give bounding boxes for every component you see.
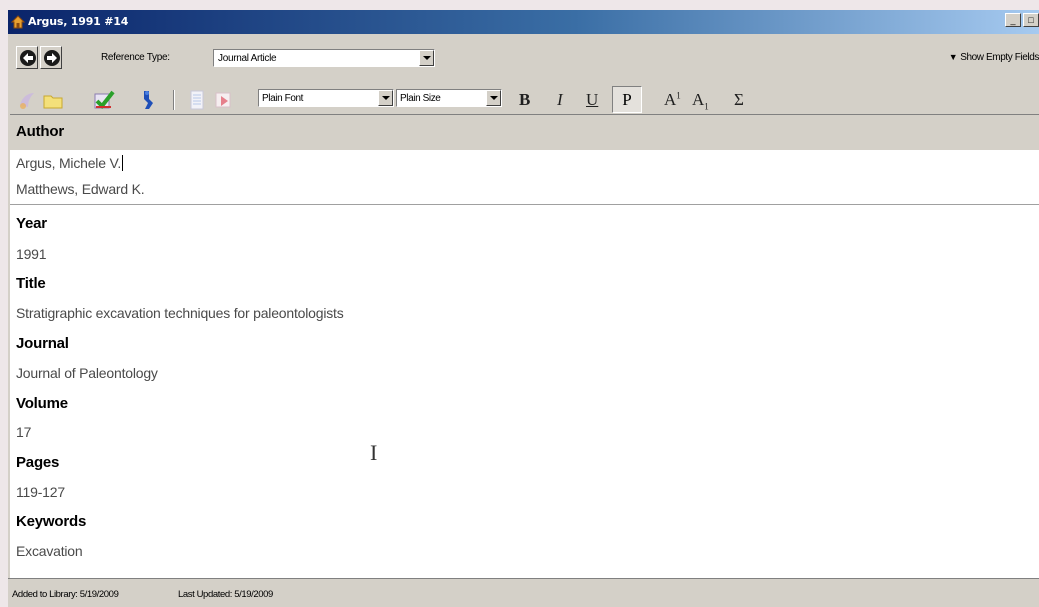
reference-type-select[interactable]: Journal Article bbox=[213, 49, 435, 67]
endnote-app-icon bbox=[11, 15, 25, 29]
subscript-mark: 1 bbox=[704, 101, 709, 112]
bold-button[interactable]: B bbox=[519, 90, 530, 110]
reference-type-bar: Reference Type: Journal Article ▼ Show Em… bbox=[8, 34, 1039, 72]
maximize-button[interactable]: □ bbox=[1023, 13, 1039, 27]
pages-label: Pages bbox=[16, 454, 60, 471]
author-field-header: Author bbox=[10, 115, 1039, 150]
year-label: Year bbox=[16, 215, 47, 232]
superscript-button[interactable]: A1 bbox=[664, 90, 681, 110]
reference-type-value: Journal Article bbox=[218, 53, 277, 64]
reference-type-label: Reference Type: bbox=[101, 52, 170, 63]
double-chevron-down-icon: ▼ bbox=[948, 52, 958, 62]
author-field[interactable]: Argus, Michele V. Matthews, Edward K. bbox=[10, 150, 1039, 205]
added-date: Added to Library: 5/19/2009 bbox=[12, 589, 119, 600]
show-empty-fields-label: Show Empty Fields bbox=[960, 52, 1039, 63]
volume-label: Volume bbox=[16, 395, 68, 412]
show-empty-fields-button[interactable]: ▼ Show Empty Fields bbox=[949, 52, 1039, 63]
font-value: Plain Font bbox=[262, 93, 304, 104]
symbol-button[interactable]: Σ bbox=[734, 90, 744, 110]
title-label: Title bbox=[16, 275, 46, 292]
size-value: Plain Size bbox=[400, 93, 441, 104]
font-select[interactable]: Plain Font bbox=[258, 89, 394, 107]
window-title: Argus, 1991 #14 bbox=[28, 15, 129, 28]
status-bar: Added to Library: 5/19/2009 Last Updated… bbox=[8, 578, 1039, 607]
forward-arrow-icon bbox=[44, 50, 60, 66]
subscript-button[interactable]: A1 bbox=[692, 90, 709, 111]
subscript-letter: A bbox=[692, 90, 705, 109]
plain-text-button[interactable]: P bbox=[612, 86, 642, 113]
toolbar-separator bbox=[173, 90, 175, 110]
volume-field[interactable]: 17 bbox=[16, 424, 31, 440]
keywords-field[interactable]: Excavation bbox=[16, 543, 83, 559]
insert-citation-icon[interactable] bbox=[16, 89, 38, 111]
formatting-toolbar: Plain Font Plain Size B I U P A1 A1 Σ bbox=[8, 72, 1039, 114]
back-arrow-icon bbox=[20, 50, 36, 66]
link-icon[interactable] bbox=[137, 89, 159, 111]
superscript-letter: A bbox=[664, 90, 677, 109]
author-value-1-text: Argus, Michele V. bbox=[16, 155, 122, 171]
minimize-button[interactable]: _ bbox=[1005, 13, 1021, 27]
chevron-down-icon[interactable] bbox=[419, 50, 434, 66]
chevron-down-icon[interactable] bbox=[486, 90, 501, 106]
text-cursor bbox=[122, 155, 124, 171]
text-cursor-icon: I bbox=[370, 440, 378, 465]
chevron-down-icon[interactable] bbox=[378, 90, 393, 106]
italic-button[interactable]: I bbox=[557, 90, 563, 110]
attach-file-icon[interactable] bbox=[213, 89, 235, 111]
updated-date: Last Updated: 5/19/2009 bbox=[178, 589, 273, 600]
open-folder-icon[interactable] bbox=[42, 89, 64, 111]
previous-reference-button[interactable] bbox=[16, 46, 38, 69]
reference-window: Argus, 1991 #14 _ □ Reference Type: Jour… bbox=[8, 10, 1039, 607]
author-value-1[interactable]: Argus, Michele V. bbox=[16, 155, 124, 171]
next-reference-button[interactable] bbox=[40, 46, 62, 69]
keywords-label: Keywords bbox=[16, 513, 87, 530]
title-field[interactable]: Stratigraphic excavation techniques for … bbox=[16, 305, 344, 321]
pages-field[interactable]: 119-127 bbox=[16, 484, 65, 500]
journal-field[interactable]: Journal of Paleontology bbox=[16, 365, 158, 381]
check-spelling-icon[interactable] bbox=[93, 89, 115, 111]
underline-button[interactable]: U bbox=[586, 90, 598, 110]
author-value-2[interactable]: Matthews, Edward K. bbox=[16, 181, 145, 197]
year-field[interactable]: 1991 bbox=[16, 246, 47, 262]
journal-label: Journal bbox=[16, 335, 69, 352]
document-icon[interactable] bbox=[186, 89, 208, 111]
author-label: Author bbox=[16, 123, 64, 140]
title-bar[interactable]: Argus, 1991 #14 _ □ bbox=[8, 10, 1039, 34]
size-select[interactable]: Plain Size bbox=[396, 89, 502, 107]
reference-fields: Author Argus, Michele V. Matthews, Edwar… bbox=[10, 114, 1039, 578]
superscript-mark: 1 bbox=[676, 90, 681, 101]
